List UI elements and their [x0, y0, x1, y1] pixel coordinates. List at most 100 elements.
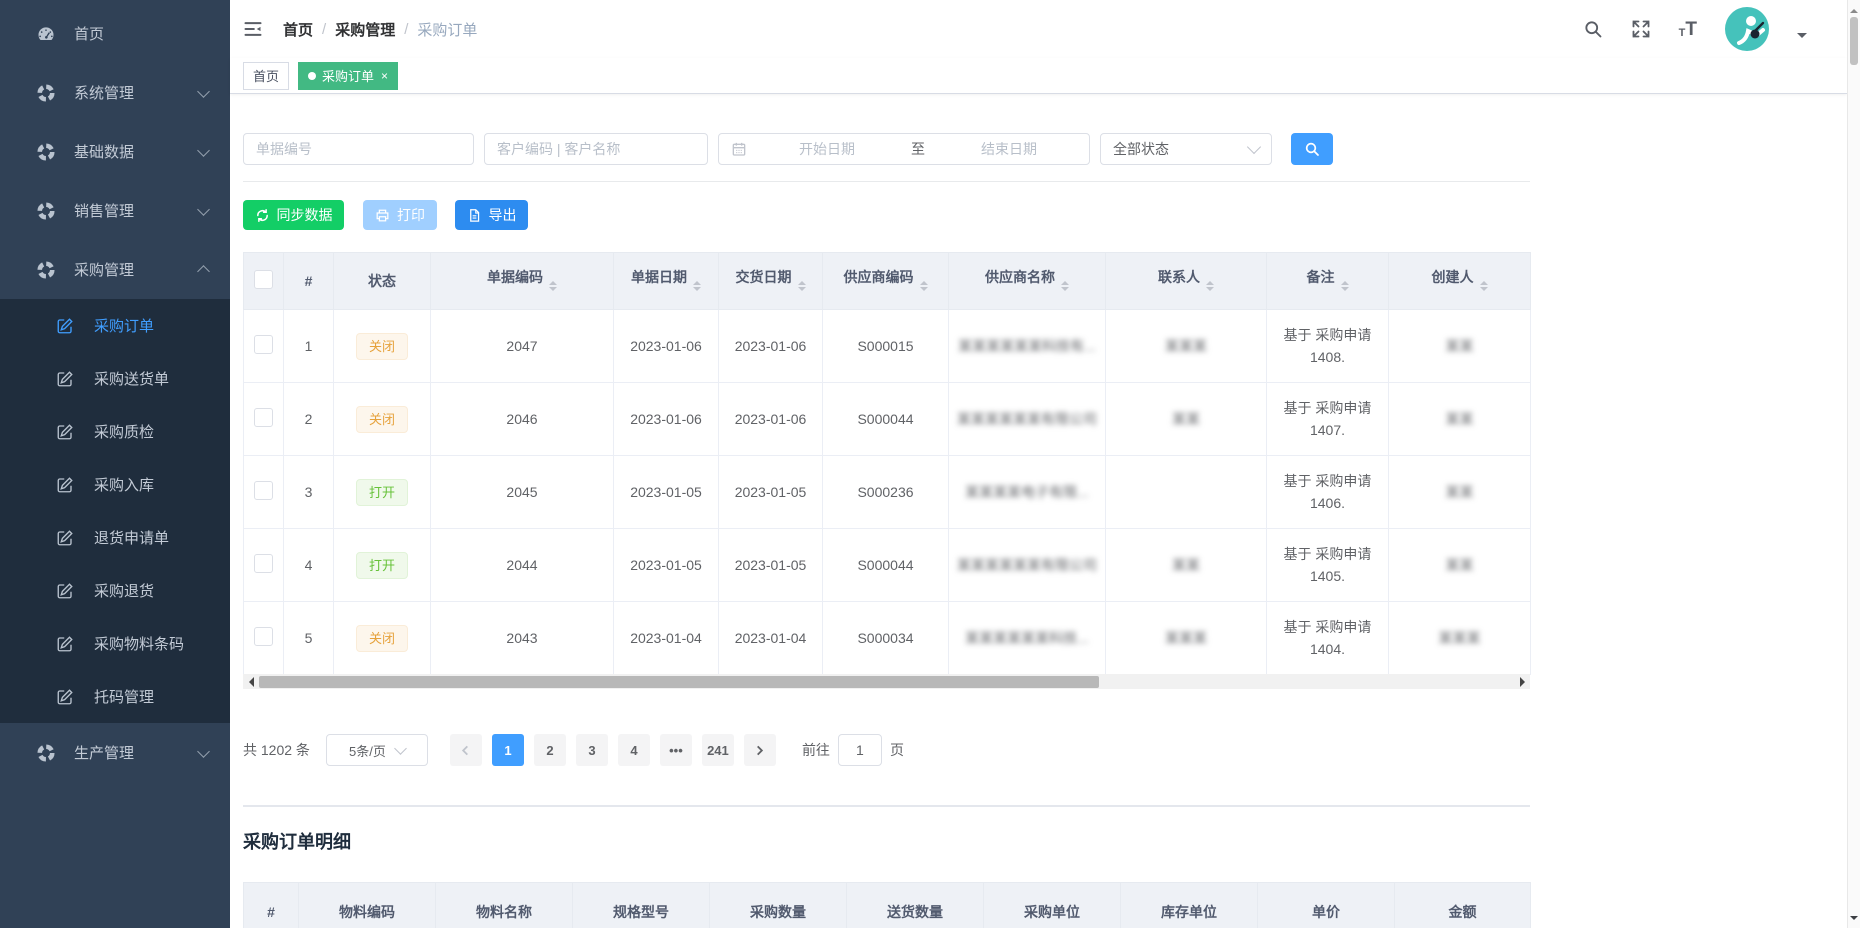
sidebar-item-return-request[interactable]: 退货申请单 [0, 511, 230, 564]
topbar: 首页 / 采购管理 / 采购订单 TT [230, 0, 1847, 58]
page-button-2[interactable]: 2 [534, 734, 566, 766]
sidebar-item-label: 采购送货单 [94, 368, 169, 389]
status-select[interactable]: 全部状态 [1100, 133, 1272, 165]
col-label: 备注 [1307, 269, 1335, 285]
pagination-total: 共 1202 条 [243, 740, 310, 760]
dcol-delivery-qty: 送货数量 [847, 883, 984, 928]
table-row[interactable]: 2 关闭 2046 2023-01-06 2023-01-06 S000044 … [244, 383, 1531, 456]
dcol-purchase-unit: 采购单位 [984, 883, 1121, 928]
fullscreen-icon[interactable] [1631, 19, 1651, 39]
page-size-select[interactable]: 5条/页 [326, 734, 428, 766]
breadcrumb-purchase[interactable]: 采购管理 [335, 19, 395, 40]
sidebar-item-material-barcode[interactable]: 采购物料条码 [0, 617, 230, 670]
close-icon[interactable]: × [381, 69, 388, 83]
sidebar-item-pallet-code[interactable]: 托码管理 [0, 670, 230, 723]
row-checkbox[interactable] [254, 554, 273, 573]
table-row[interactable]: 1 关闭 2047 2023-01-06 2023-01-06 S000015 … [244, 310, 1531, 383]
col-doc-no[interactable]: 单据编码 [431, 253, 614, 310]
page-button-4[interactable]: 4 [618, 734, 650, 766]
tag-home[interactable]: 首页 [243, 62, 289, 90]
page-button-3[interactable]: 3 [576, 734, 608, 766]
col-doc-date[interactable]: 单据日期 [614, 253, 719, 310]
scroll-left-icon[interactable] [243, 674, 258, 689]
sort-icon[interactable] [693, 277, 701, 296]
prev-page-button[interactable] [450, 734, 482, 766]
col-remark[interactable]: 备注 [1267, 253, 1389, 310]
sidebar-item-purchase-qc[interactable]: 采购质检 [0, 405, 230, 458]
sidebar-collapse-icon[interactable] [242, 19, 264, 39]
table-row[interactable]: 3 打开 2045 2023-01-05 2023-01-05 S000236 … [244, 456, 1531, 529]
sort-icon[interactable] [1480, 277, 1488, 296]
cell-index: 1 [284, 310, 334, 383]
sidebar-item-home[interactable]: 首页 [0, 4, 230, 63]
start-date-placeholder[interactable]: 开始日期 [747, 139, 907, 159]
horizontal-scrollbar[interactable] [243, 674, 1530, 689]
search-button[interactable] [1291, 133, 1333, 165]
horizontal-scrollbar-thumb[interactable] [259, 676, 1099, 688]
next-page-button[interactable] [744, 734, 776, 766]
page-button-1[interactable]: 1 [492, 734, 524, 766]
sidebar-group-production[interactable]: 生产管理 [0, 723, 230, 782]
detail-header-row: # 物料编码 物料名称 规格型号 采购数量 送货数量 采购单位 库存单位 单价 … [244, 883, 1531, 928]
jump-page-input[interactable] [838, 734, 882, 766]
sort-icon[interactable] [920, 277, 928, 296]
dcol-purchase-qty: 采购数量 [710, 883, 847, 928]
scroll-down-icon[interactable] [1850, 916, 1858, 924]
sidebar-item-purchase-delivery[interactable]: 采购送货单 [0, 352, 230, 405]
avatar-dropdown-caret-icon[interactable] [1797, 33, 1807, 43]
vertical-scrollbar[interactable] [1847, 0, 1860, 928]
cell-doc-no: 2046 [431, 383, 614, 456]
search-icon[interactable] [1583, 19, 1603, 39]
sort-icon[interactable] [1206, 277, 1214, 296]
sync-data-button[interactable]: 同步数据 [243, 200, 344, 230]
table-row[interactable]: 5 关闭 2043 2023-01-04 2023-01-04 S000034 … [244, 602, 1531, 675]
sort-icon[interactable] [798, 277, 806, 296]
sidebar-item-label: 采购物料条码 [94, 633, 184, 654]
sidebar-group-system[interactable]: 系统管理 [0, 63, 230, 122]
sidebar-group-basedata[interactable]: 基础数据 [0, 122, 230, 181]
scroll-up-icon[interactable] [1850, 5, 1858, 13]
doc-no-input[interactable] [243, 133, 474, 165]
cell-delivery-date: 2023-01-05 [719, 529, 823, 602]
sort-icon[interactable] [1061, 277, 1069, 296]
dcol-spec-model: 规格型号 [573, 883, 710, 928]
row-checkbox[interactable] [254, 627, 273, 646]
sidebar-item-label: 首页 [74, 23, 104, 44]
cell-creator: 某某 [1389, 383, 1531, 456]
sidebar-item-purchase-order[interactable]: 采购订单 [0, 299, 230, 352]
breadcrumb-home[interactable]: 首页 [283, 19, 313, 40]
sidebar-group-sales[interactable]: 销售管理 [0, 181, 230, 240]
chevron-down-icon [1247, 140, 1261, 154]
date-range-picker[interactable]: 开始日期 至 结束日期 [718, 133, 1090, 165]
cell-remark: 基于 采购申请 1408. [1267, 310, 1389, 383]
more-pages-button[interactable]: ••• [660, 734, 692, 766]
avatar[interactable] [1725, 7, 1769, 51]
col-supplier-name[interactable]: 供应商名称 [949, 253, 1106, 310]
print-button[interactable]: 打印 [363, 200, 437, 230]
end-date-placeholder[interactable]: 结束日期 [929, 139, 1089, 159]
page-button-last[interactable]: 241 [702, 734, 734, 766]
row-checkbox[interactable] [254, 481, 273, 500]
sort-icon[interactable] [1341, 277, 1349, 296]
sort-icon[interactable] [549, 277, 557, 296]
customer-input[interactable] [484, 133, 708, 165]
sidebar-item-purchase-inbound[interactable]: 采购入库 [0, 458, 230, 511]
select-all-checkbox[interactable] [254, 270, 273, 289]
chevron-down-icon [197, 745, 210, 758]
sidebar-group-label: 销售管理 [74, 200, 134, 221]
cell-supplier-name: 某某某某某某有限公司 [949, 529, 1106, 602]
scroll-right-icon[interactable] [1515, 674, 1530, 689]
vertical-scrollbar-thumb[interactable] [1850, 17, 1858, 65]
export-button[interactable]: 导出 [455, 200, 528, 230]
col-supplier-code[interactable]: 供应商编码 [823, 253, 949, 310]
tag-purchase-order[interactable]: 采购订单 × [298, 62, 398, 90]
col-delivery-date[interactable]: 交货日期 [719, 253, 823, 310]
row-checkbox[interactable] [254, 408, 273, 427]
font-size-icon[interactable]: TT [1679, 20, 1697, 39]
sidebar-group-purchase[interactable]: 采购管理 [0, 240, 230, 299]
table-row[interactable]: 4 打开 2044 2023-01-05 2023-01-05 S000044 … [244, 529, 1531, 602]
col-contact[interactable]: 联系人 [1106, 253, 1267, 310]
sidebar-item-purchase-return[interactable]: 采购退货 [0, 564, 230, 617]
col-creator[interactable]: 创建人 [1389, 253, 1531, 310]
row-checkbox[interactable] [254, 335, 273, 354]
